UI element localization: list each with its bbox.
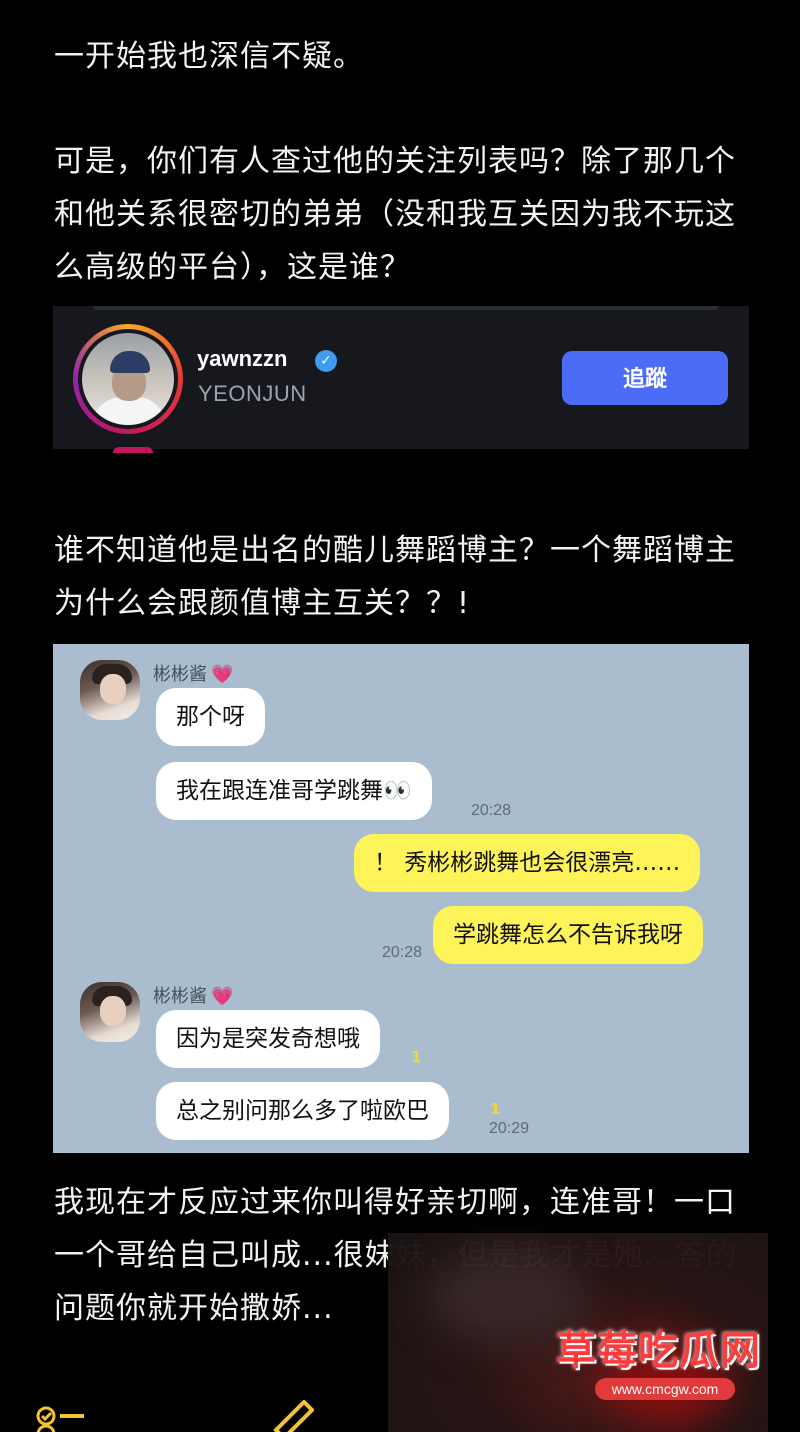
profile-avatar (82, 333, 174, 425)
sender-name: 彬彬酱 💗 (153, 664, 234, 685)
checklist-icon[interactable] (36, 1404, 86, 1432)
sender-name: 彬彬酱 💗 (153, 986, 234, 1007)
unread-count: 1 (490, 1100, 501, 1118)
message-time: 20:28 (471, 802, 512, 819)
display-name: YEONJUN (198, 381, 307, 406)
story-ring[interactable] (73, 324, 183, 434)
unread-count: 1 (411, 1048, 422, 1066)
message-bubble-incoming: 我在跟连准哥学跳舞👀 (156, 762, 432, 820)
message-bubble-incoming: 那个呀 (156, 688, 265, 746)
message-time: 20:28 (382, 944, 423, 961)
post-paragraph-1: 一开始我也深信不疑。 (54, 39, 364, 74)
follow-button[interactable]: 追蹤 (562, 351, 728, 405)
message-bubble-outgoing: 学跳舞怎么不告诉我呀 (433, 906, 703, 964)
next-story-ring (113, 447, 153, 453)
watermark-url: www.cmcgw.com (595, 1378, 735, 1400)
pen-icon[interactable] (270, 1400, 314, 1432)
post-paragraph-2: 可是，你们有人查过他的关注列表吗？除了那几个和他关系很密切的弟弟（没和我互关因为… (54, 144, 736, 285)
watermark-logo: 草莓吃瓜网 (556, 1328, 761, 1374)
message-time: 20:29 (489, 1120, 530, 1137)
follow-card: yawnzzn ✓ YEONJUN 追蹤 (53, 306, 749, 449)
contact-avatar (80, 982, 140, 1042)
username[interactable]: yawnzzn (197, 346, 287, 372)
message-bubble-outgoing: ！ 秀彬彬跳舞也会很漂亮…… (354, 834, 701, 892)
chat-screenshot: 彬彬酱 💗 那个呀 我在跟连准哥学跳舞👀 20:28 ！ 秀彬彬跳舞也会很漂亮……… (53, 644, 749, 1153)
verified-badge-icon: ✓ (315, 350, 337, 372)
contact-avatar (80, 660, 140, 720)
message-bubble-incoming: 总之别问那么多了啦欧巴 (156, 1082, 449, 1140)
post-paragraph-3: 谁不知道他是出名的酷儿舞蹈博主？一个舞蹈博主为什么会跟颜值博主互关？？! (54, 533, 736, 621)
card-divider (93, 306, 719, 310)
message-bubble-incoming: 因为是突发奇想哦 (156, 1010, 380, 1068)
